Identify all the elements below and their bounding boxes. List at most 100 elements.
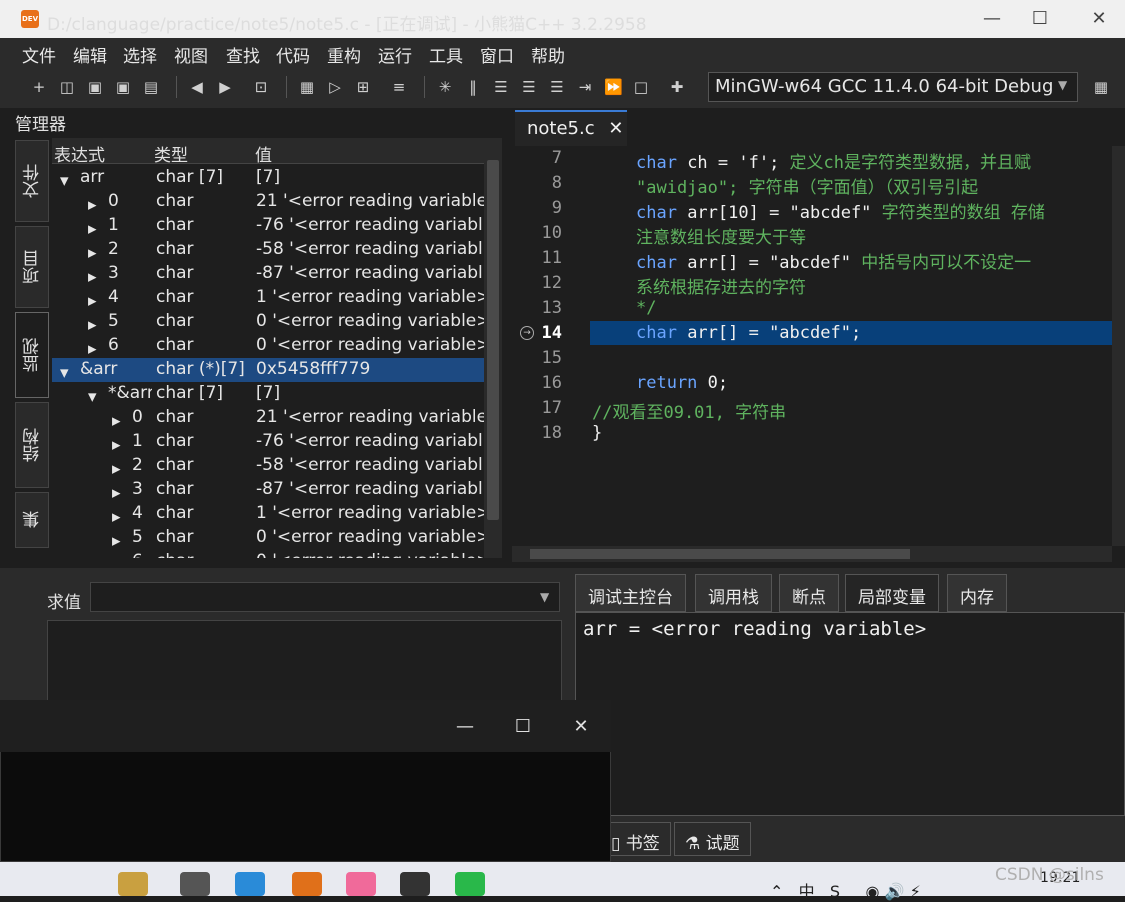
compile-icon[interactable]: ▦ [298,78,316,96]
layout-icon[interactable]: ▦ [1092,78,1110,96]
header-expression[interactable]: 表达式 [54,141,105,166]
chevron-down-icon[interactable]: ▾ [60,171,69,191]
watch-row[interactable]: ▸ 4 char 1 '<error reading variable> [52,286,484,311]
watch-row[interactable]: ▸ 2 char -58 '<error reading variabl [52,238,484,263]
chevron-right-icon[interactable]: ▸ [112,507,121,527]
editor-scrollbar[interactable] [1112,146,1125,546]
chevron-right-icon[interactable]: ▸ [88,243,97,263]
menu-find[interactable]: 查找 [226,42,260,67]
tab-problems[interactable]: ⚗ 试题 [674,822,751,856]
open-file-icon[interactable]: ◫ [58,78,76,96]
stop-icon[interactable]: □ [632,78,650,96]
side-tab-structure[interactable]: 结构 [15,402,49,488]
code-editor[interactable]: 7 char ch = 'f'; 定义ch是字符类型数据，并且赋 8 "awidjao… [512,146,1112,546]
new-file-icon[interactable]: + [30,78,48,96]
tab-memory[interactable]: 内存 [947,574,1007,612]
chevron-right-icon[interactable]: ▸ [112,459,121,479]
watch-row[interactable]: ▸ 5 char 0 '<error reading variable> [52,526,484,551]
watch-row[interactable]: ▸ 4 char 1 '<error reading variable> [52,502,484,527]
watch-row[interactable]: ▸ 5 char 0 '<error reading variable> [52,310,484,335]
tab-debug-console[interactable]: 调试主控台 [575,574,686,612]
step-over-icon[interactable]: ☰ [492,78,510,96]
devcpp-taskbar-icon[interactable] [292,872,322,896]
compile-run-icon[interactable]: ⊞ [354,78,372,96]
wechat-taskbar-icon[interactable] [455,872,485,896]
watch-row[interactable]: ▸ 1 char -76 '<error reading variabl [52,430,484,455]
app-taskbar-icon[interactable] [118,872,148,896]
save-icon[interactable]: ▣ [86,78,104,96]
watch-row[interactable]: ▸6char0 '<error reading variable> [52,334,484,359]
run-icon[interactable]: ▷ [326,78,344,96]
watch-row[interactable]: ▸ 1 char -76 '<error reading variabl [52,214,484,239]
watch-row[interactable]: ▸6char0 '<error reading variable> [52,550,484,558]
watch-row[interactable]: ▸ 3 char -87 '<error reading variabl [52,478,484,503]
chevron-right-icon[interactable]: ▸ [88,219,97,239]
watch-row[interactable]: ▾ *&arr char [7] [7] [52,382,484,407]
menu-file[interactable]: 文件 [22,42,56,67]
chevron-right-icon[interactable]: ▸ [88,267,97,287]
watch-row[interactable]: ▸ 2 char -58 '<error reading variabl [52,454,484,479]
save-all-icon[interactable]: ▤ [142,78,160,96]
run-to-cursor-icon[interactable]: ⇥ [576,78,594,96]
system-tray[interactable]: ⌃ 中 S ◉ 🔊 ⚡ [770,878,921,902]
watch-row[interactable]: ▾ &arr char (*)[7] 0x5458fff779 [52,358,484,383]
console-close-button[interactable]: ✕ [561,712,601,742]
debug-icon[interactable]: ✳ [436,78,454,96]
maximize-button[interactable]: ☐ [1014,0,1066,38]
chevron-right-icon[interactable]: ▸ [88,315,97,335]
menu-view[interactable]: 视图 [174,42,208,67]
step-into-icon[interactable]: ☰ [520,78,538,96]
tab-breakpoints[interactable]: 断点 [779,574,839,612]
watch-row[interactable]: ▸ 3 char -87 '<error reading variabl [52,262,484,287]
side-tab-watch[interactable]: 监视 [15,312,49,398]
chevron-down-icon[interactable]: ▾ [88,387,97,407]
minimize-button[interactable]: — [966,0,1018,38]
forward-icon[interactable]: ▶ [216,78,234,96]
step-out-icon[interactable]: ☰ [548,78,566,96]
console-minimize-button[interactable]: — [445,712,485,742]
close-button[interactable]: ✕ [1073,0,1125,38]
zoom-icon[interactable]: ⊡ [252,78,270,96]
chevron-right-icon[interactable]: ▸ [88,195,97,215]
tab-locals[interactable]: 局部变量 [845,574,939,612]
menu-tools[interactable]: 工具 [429,42,463,67]
menu-code[interactable]: 代码 [276,42,310,67]
edge-taskbar-icon[interactable] [235,872,265,896]
eval-input[interactable] [90,582,560,612]
close-icon[interactable]: ✕ [608,118,623,139]
watch-row[interactable]: ▾ arr char [7] [7] [52,166,484,191]
chevron-right-icon[interactable]: ▸ [112,435,121,455]
options-icon[interactable]: ≡ [390,78,408,96]
menu-edit[interactable]: 编辑 [73,42,107,67]
chevron-right-icon[interactable]: ▸ [88,291,97,311]
add-watch-icon[interactable]: ✚ [668,78,686,96]
tab-call-stack[interactable]: 调用栈 [695,574,772,612]
side-tab-project[interactable]: 项目 [15,226,49,308]
save-as-icon[interactable]: ▣ [114,78,132,96]
terminal-taskbar-icon[interactable] [400,872,430,896]
pause-icon[interactable]: ‖ [464,78,482,96]
chevron-down-icon[interactable]: ▼ [540,590,549,604]
files-taskbar-icon[interactable] [180,872,210,896]
chevron-down-icon[interactable]: ▾ [60,363,69,383]
watch-row[interactable]: ▸ 0 char 21 '<error reading variable [52,190,484,215]
watch-row[interactable]: ▸ 0 char 21 '<error reading variable [52,406,484,431]
back-icon[interactable]: ◀ [188,78,206,96]
compiler-select[interactable]: MinGW-w64 GCC 11.4.0 64-bit Debug [708,72,1078,102]
side-tab-files[interactable]: 文件 [15,140,49,222]
menu-help[interactable]: 帮助 [531,42,565,67]
header-type[interactable]: 类型 [154,141,188,166]
tab-note5[interactable]: note5.c ✕ [515,110,627,146]
chevron-right-icon[interactable]: ▸ [112,483,121,503]
side-tab-more[interactable]: 集 [15,492,49,548]
editor-hscrollbar-thumb[interactable] [530,549,910,559]
menu-select[interactable]: 选择 [123,42,157,67]
menu-run[interactable]: 运行 [378,42,412,67]
menu-window[interactable]: 窗口 [480,42,514,67]
watch-scrollbar-thumb[interactable] [487,160,499,520]
chevron-right-icon[interactable]: ▸ [112,531,121,551]
bilibili-taskbar-icon[interactable] [346,872,376,896]
chevron-right-icon[interactable]: ▸ [88,339,97,359]
menu-refactor[interactable]: 重构 [327,42,361,67]
header-value[interactable]: 值 [255,141,272,166]
